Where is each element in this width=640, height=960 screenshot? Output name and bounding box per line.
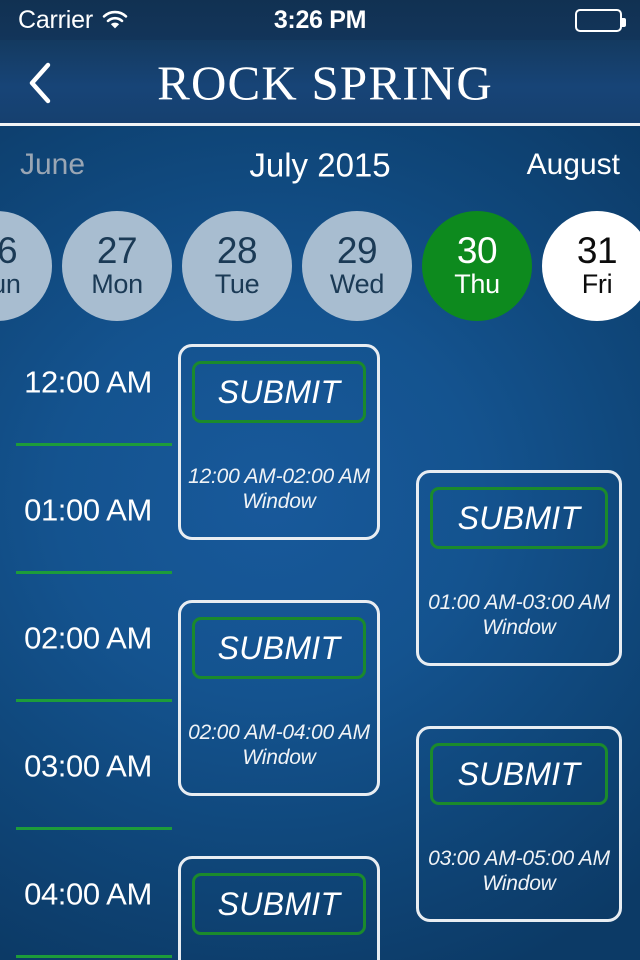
day-weekday: Mon	[91, 269, 143, 300]
time-label: 12:00 AM	[24, 364, 152, 400]
day-strip-scroller[interactable]: 26Sun27Mon28Tue29Wed30Thu31Fri	[0, 208, 640, 324]
day-weekday: Tue	[214, 269, 260, 300]
day-weekday: Fri	[581, 269, 613, 300]
time-row: 12:00 AM	[0, 324, 176, 446]
submit-button[interactable]: SUBMIT	[192, 873, 366, 935]
month-bar: June July 2015 August	[0, 126, 640, 204]
day-cell-30[interactable]: 30 Thu	[422, 211, 532, 321]
day-weekday: Thu	[454, 269, 500, 300]
time-label: 02:00 AM	[24, 620, 152, 656]
window-time-label: 02:00 AM-04:00 AM Window	[188, 721, 370, 770]
window-time-label: 01:00 AM-03:00 AM Window	[428, 591, 610, 640]
window-time-label: 03:00 AM-05:00 AM Window	[428, 847, 610, 896]
submit-button[interactable]: SUBMIT	[430, 487, 608, 549]
window-time-label: 12:00 AM-02:00 AM Window	[188, 465, 370, 514]
submit-button[interactable]: SUBMIT	[430, 743, 608, 805]
status-bar-right	[366, 8, 627, 32]
wifi-icon	[102, 10, 128, 30]
window-card[interactable]: SUBMIT 02:00 AM-04:00 AM Window	[178, 600, 380, 796]
window-card[interactable]: SUBMIT04:00 AM-06:00 AM Window	[178, 856, 380, 960]
submit-button[interactable]: SUBMIT	[192, 617, 366, 679]
day-number: 31	[576, 229, 618, 271]
day-cell-26[interactable]: 26Sun	[0, 211, 52, 321]
time-row: 01:00 AM	[0, 446, 176, 574]
window-card[interactable]: SUBMIT 12:00 AM-02:00 AM Window	[178, 344, 380, 540]
submit-button[interactable]: SUBMIT	[192, 361, 366, 423]
battery-full-icon	[575, 8, 627, 32]
time-row: 03:00 AM	[0, 702, 176, 830]
page-title: ROCK SPRING	[157, 55, 493, 110]
window-card[interactable]: SUBMIT 03:00 AM-05:00 AM Window	[416, 726, 622, 922]
status-time: 3:26 PM	[273, 5, 367, 34]
day-number: 26	[0, 229, 18, 271]
day-cell-27[interactable]: 27 Mon	[62, 211, 172, 321]
day-number: 29	[336, 229, 378, 271]
day-strip[interactable]: 26Sun27Mon28Tue29Wed30Thu31Fri	[0, 208, 640, 324]
day-cell-29[interactable]: 29 Wed	[302, 211, 412, 321]
nav-bar: ROCK SPRING	[0, 40, 640, 125]
schedule-grid: 12:00 AM 01:00 AM 02:00 AM 03:00 AM 04:00 AM…	[0, 324, 640, 960]
time-label: 03:00 AM	[24, 748, 152, 784]
day-cell-31[interactable]: 31 Fri	[542, 211, 640, 321]
day-weekday: Sun	[0, 269, 21, 300]
day-number: 28	[216, 229, 258, 271]
schedule-scroll-area[interactable]: 12:00 AM 01:00 AM 02:00 AM 03:00 AM 04:00 AM…	[0, 324, 640, 960]
status-bar: Carrier 3:26 PM	[0, 0, 640, 40]
day-number: 30	[456, 229, 498, 271]
time-label: 04:00 AM	[24, 876, 152, 912]
time-row: 02:00 AM	[0, 574, 176, 702]
time-divider	[16, 955, 172, 958]
day-cell-28[interactable]: 28 Tue	[182, 211, 292, 321]
next-month-button[interactable]: August	[527, 150, 620, 180]
window-card[interactable]: SUBMIT 01:00 AM-03:00 AM Window	[416, 470, 622, 666]
day-weekday: Wed	[329, 269, 385, 300]
time-row: 04:00 AM	[0, 830, 176, 958]
app-root: Carrier 3:26 PM ROCK SPRING June July 20…	[0, 0, 640, 960]
time-label: 01:00 AM	[24, 492, 152, 528]
status-bar-left: Carrier	[18, 6, 274, 35]
day-number: 27	[96, 229, 138, 271]
carrier-label: Carrier	[18, 5, 93, 34]
nav-divider	[0, 123, 640, 126]
